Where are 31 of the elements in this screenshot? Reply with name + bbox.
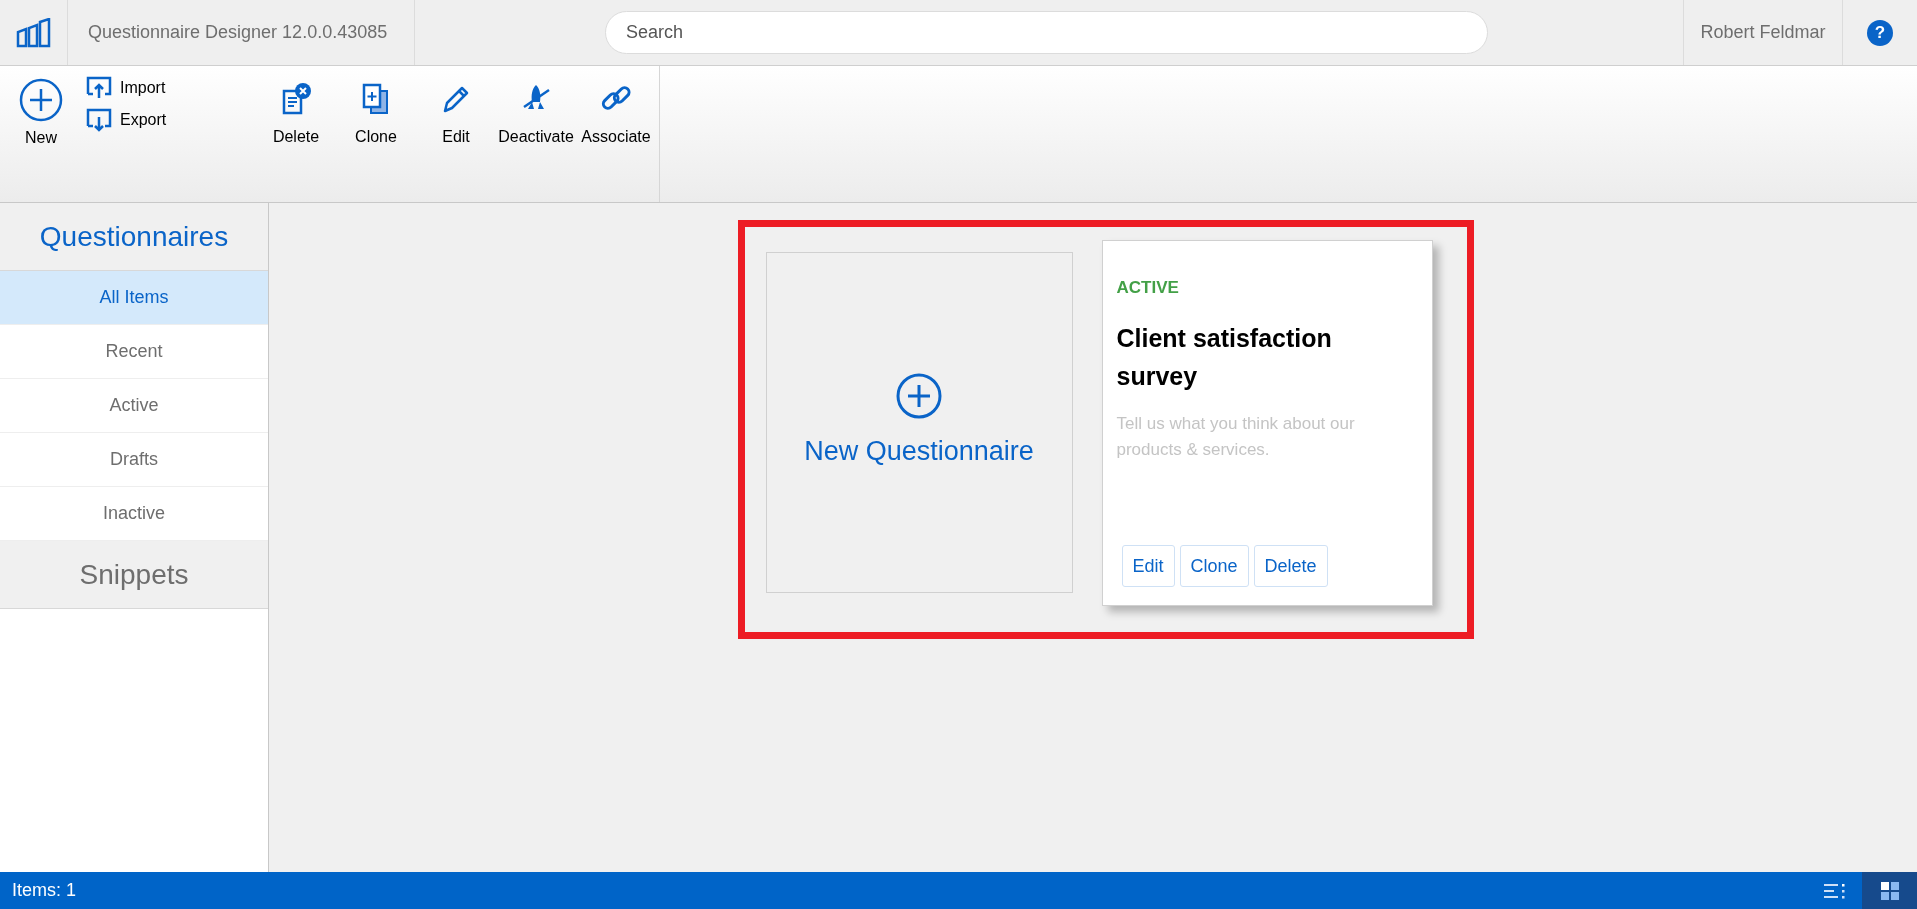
card-action-button[interactable]: Clone [1179, 545, 1249, 587]
new-button[interactable]: New [0, 78, 82, 150]
view-toggle[interactable] [1862, 872, 1917, 909]
sidebar-section-header[interactable]: Snippets [0, 541, 268, 609]
card-action-button[interactable]: Delete [1253, 545, 1328, 587]
toolbar-button[interactable]: Deactivate [496, 82, 576, 149]
toolbar-button[interactable]: Edit [416, 82, 496, 149]
search-field[interactable]: Search [605, 11, 1488, 54]
toolbar-button[interactable]: Clone [336, 82, 416, 149]
user-name[interactable]: Robert Feldmar [1700, 19, 1826, 46]
sidebar-item[interactable]: All Items [0, 271, 268, 325]
import-button[interactable]: Import [86, 76, 256, 100]
plus-circle-icon [896, 373, 942, 420]
tiles-view-icon [1879, 880, 1900, 901]
app-title: Questionnaire Designer 12.0.0.43085 [88, 21, 388, 44]
window-up-arrow-icon [86, 76, 112, 100]
card-title: Client satisfaction survey [1116, 322, 1333, 392]
card-action-button[interactable]: Edit [1121, 545, 1175, 587]
toolbar-button[interactable]: Delete [256, 82, 336, 149]
items-count: Items: 1 [11, 879, 78, 902]
bar-chart-logo-icon [15, 17, 52, 48]
help-button[interactable]: ? [1867, 19, 1893, 46]
card-description: Tell us what you think about our products & services. [1116, 412, 1356, 461]
status-label: ACTIVE [1116, 277, 1180, 299]
window-down-arrow-icon [86, 108, 112, 132]
plus-circle-icon [19, 78, 63, 122]
sidebar-section-header[interactable]: Questionnaires [0, 203, 268, 271]
new-questionnaire-tile[interactable]: New Questionnaire [765, 252, 1073, 593]
list-view-icon [1823, 882, 1847, 899]
export-button[interactable]: Export [86, 108, 256, 132]
toolbar-button[interactable]: Associate [576, 82, 656, 149]
